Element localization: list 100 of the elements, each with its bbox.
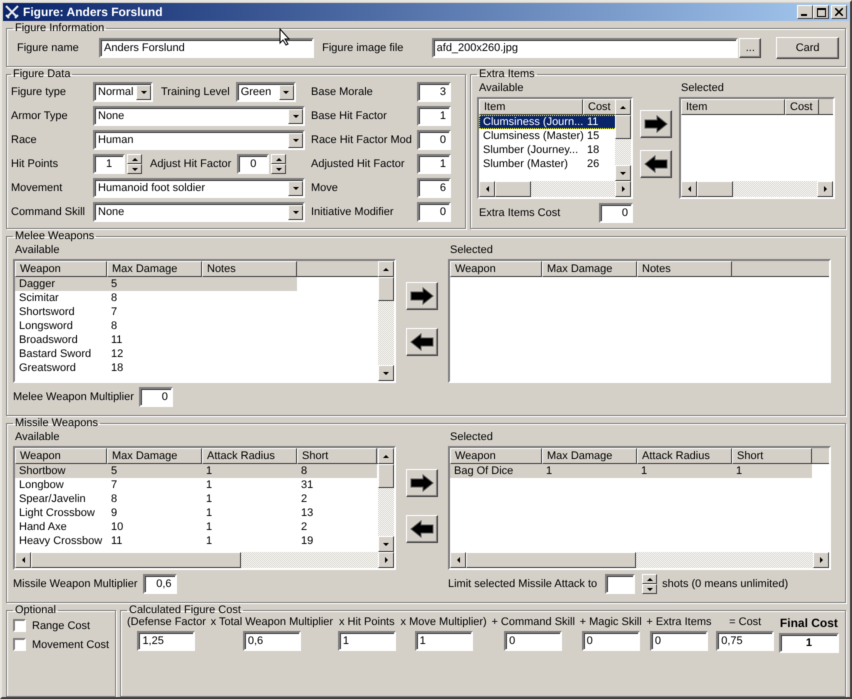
list-label: Available [478,81,524,96]
list-row[interactable]: Longsword 8 [15,319,297,333]
value-field[interactable]: 0 [504,631,562,651]
list-row[interactable]: Light Crossbow 9 1 13 [15,506,377,520]
number-field[interactable]: 1 [417,106,451,126]
number-field[interactable]: 1 [93,154,125,174]
value-field[interactable]: 1 [778,633,839,653]
dropdown[interactable]: None [93,106,305,126]
dropdown[interactable]: Normal [93,82,153,102]
field-label: Figure image file [322,42,404,54]
number-field[interactable]: 1 [417,154,451,174]
number-field[interactable]: 3 [417,82,451,102]
number-field[interactable]: 0,6 [142,574,177,594]
value-field[interactable]: 0 [582,631,640,651]
column-header[interactable]: Attack Radius [202,448,297,464]
number-field[interactable]: 0 [237,154,270,174]
field-label: Adjusted Hit Factor [311,158,406,170]
number-field[interactable]: 0 [417,130,451,150]
list-row[interactable]: Slumber (Master) 26 [479,157,615,171]
list-label: Selected [449,430,494,445]
list-row[interactable]: Heavy Crossbow 11 1 19 [15,534,377,548]
group-title: Optional [14,604,57,616]
list-row[interactable]: Clumsiness (Journ... 11 [479,115,615,129]
column-header[interactable]: Weapon [15,261,107,277]
column-header[interactable]: Weapon [450,261,542,277]
field-label: = Cost [729,616,762,628]
checkbox-label: Range Cost [32,620,90,632]
field-label: Final Cost [780,616,838,630]
field-label: + Command Skill [491,616,575,628]
column-header[interactable]: Short [732,448,812,464]
image-file-field[interactable]: afd_200x260.jpg [432,38,738,58]
column-header[interactable]: Attack Radius [637,448,732,464]
field-label: Initiative Modifier [311,206,395,218]
list-row[interactable]: Slumber (Journey... 18 [479,143,615,157]
field-label: Move [311,182,339,194]
field-label: x Hit Points [338,616,395,628]
field-label: Adjust Hit Factor [150,158,232,170]
list-row[interactable]: Shortsword 7 [15,305,297,319]
field-label: + Extra Items [646,616,712,628]
column-header[interactable]: Item [681,99,785,115]
group-title: Melee Weapons [14,230,96,242]
list-row[interactable]: Hand Axe 10 1 2 [15,520,377,534]
dropdown[interactable]: None [93,202,305,222]
field-label: Command Skill [11,206,86,218]
column-header[interactable]: Short [297,448,377,464]
column-header[interactable]: Max Damage [542,448,637,464]
column-header[interactable]: Max Damage [107,448,202,464]
field-label: Missile Weapon Multiplier [13,578,138,590]
list-row[interactable]: Greatsword 18 [15,361,297,375]
field-label: Race [11,134,38,146]
figure-name-field[interactable]: Anders Forslund [99,38,314,58]
number-field[interactable]: 0 [417,202,451,222]
field-label: Base Morale [311,86,374,98]
group-title: Calculated Figure Cost [128,604,242,616]
value-field[interactable]: 1 [414,631,473,651]
field-label: Limit selected Missile Attack to [448,578,598,590]
field-label: x Total Weapon Multiplier [210,616,334,628]
checkbox-label: Movement Cost [32,638,109,650]
field-label: Extra Items Cost [479,207,560,219]
field-label: Movement [11,182,64,194]
column-header[interactable]: Item [479,99,583,115]
value-field[interactable]: 0 [650,631,708,651]
number-field[interactable]: 6 [417,178,451,198]
dropdown[interactable]: Human [93,130,305,150]
column-header[interactable]: Notes [202,261,297,277]
dropdown[interactable]: Humanoid foot soldier [93,178,305,198]
list-row[interactable]: Shortbow 5 1 8 [15,464,377,478]
browse-button[interactable]: ... [739,38,762,58]
list-row[interactable]: Clumsiness (Master) 15 [479,129,615,143]
field-label: Figure type [11,86,68,98]
card-button[interactable]: Card [776,37,839,59]
value-field[interactable]: 1,25 [137,631,196,651]
number-field[interactable]: 0 [138,387,173,407]
list-row[interactable]: Bag Of Dice 1 1 1 [450,464,812,478]
list-row[interactable]: Dagger 5 [15,277,297,291]
list-row[interactable]: Broadsword 11 [15,333,297,347]
value-field[interactable]: 1 [338,631,396,651]
list-row[interactable]: Bastard Sword 12 [15,347,297,361]
column-header[interactable]: Max Damage [542,261,637,277]
column-header[interactable]: Max Damage [107,261,202,277]
list-row[interactable]: Scimitar 8 [15,291,297,305]
group-title: Figure Data [12,68,72,80]
list-row[interactable]: Longbow 7 1 31 [15,478,377,492]
value-field[interactable]: 0,6 [242,631,301,651]
dropdown[interactable]: Green [236,82,296,102]
value-field[interactable]: 0,75 [716,631,774,651]
column-header[interactable]: Cost [583,99,615,115]
group-title: Extra Items [478,68,536,80]
column-header[interactable]: Notes [637,261,732,277]
list-label: Available [14,430,60,445]
column-header[interactable]: Cost [785,99,819,115]
column-header[interactable]: Weapon [15,448,107,464]
field-label: shots (0 means unlimited) [662,578,788,590]
field-label: + Magic Skill [580,616,642,628]
column-header[interactable]: Weapon [450,448,542,464]
number-field[interactable]: 0 [599,203,633,223]
list-label: Selected [680,81,725,96]
list-row[interactable]: Spear/Javelin 8 1 2 [15,492,377,506]
field-label: (Defense Factor [127,616,206,628]
group-title: Missile Weapons [14,417,99,429]
